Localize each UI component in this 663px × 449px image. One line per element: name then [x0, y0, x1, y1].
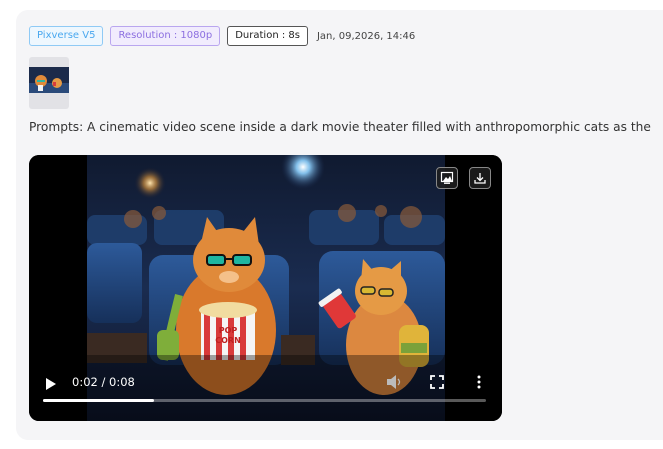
image-frame-icon: [440, 171, 454, 184]
progress-fill: [43, 399, 154, 402]
download-icon: [474, 173, 486, 184]
play-icon[interactable]: [43, 377, 57, 391]
progress-track[interactable]: [43, 399, 486, 402]
image-frame-button[interactable]: [436, 167, 458, 189]
resolution-tag: Resolution : 1080p: [110, 26, 221, 46]
video-controls: 0:02 / 0:08: [29, 365, 502, 421]
popcorn-label-top: POP: [219, 326, 238, 335]
source-image-thumbnail[interactable]: [29, 57, 69, 109]
created-date: Jan, 09,2026, 14:46: [316, 30, 416, 42]
popcorn-label-bottom: CORN: [215, 336, 241, 345]
thumbnail-image: [29, 67, 69, 93]
time-display: 0:02 / 0:08: [72, 375, 135, 389]
volume-icon[interactable]: [385, 373, 403, 391]
prompt-text: Prompts: A cinematic video scene inside …: [29, 120, 651, 134]
download-button[interactable]: [469, 167, 491, 189]
more-vertical-icon[interactable]: [471, 374, 487, 390]
duration-tag: Duration : 8s: [227, 26, 308, 46]
fullscreen-icon[interactable]: [429, 374, 445, 390]
video-player[interactable]: POP CORN 0:02 / 0:08: [29, 155, 502, 421]
tag-row: Pixverse V5 Resolution : 1080p Duration …: [29, 26, 415, 46]
model-tag: Pixverse V5: [29, 26, 104, 46]
